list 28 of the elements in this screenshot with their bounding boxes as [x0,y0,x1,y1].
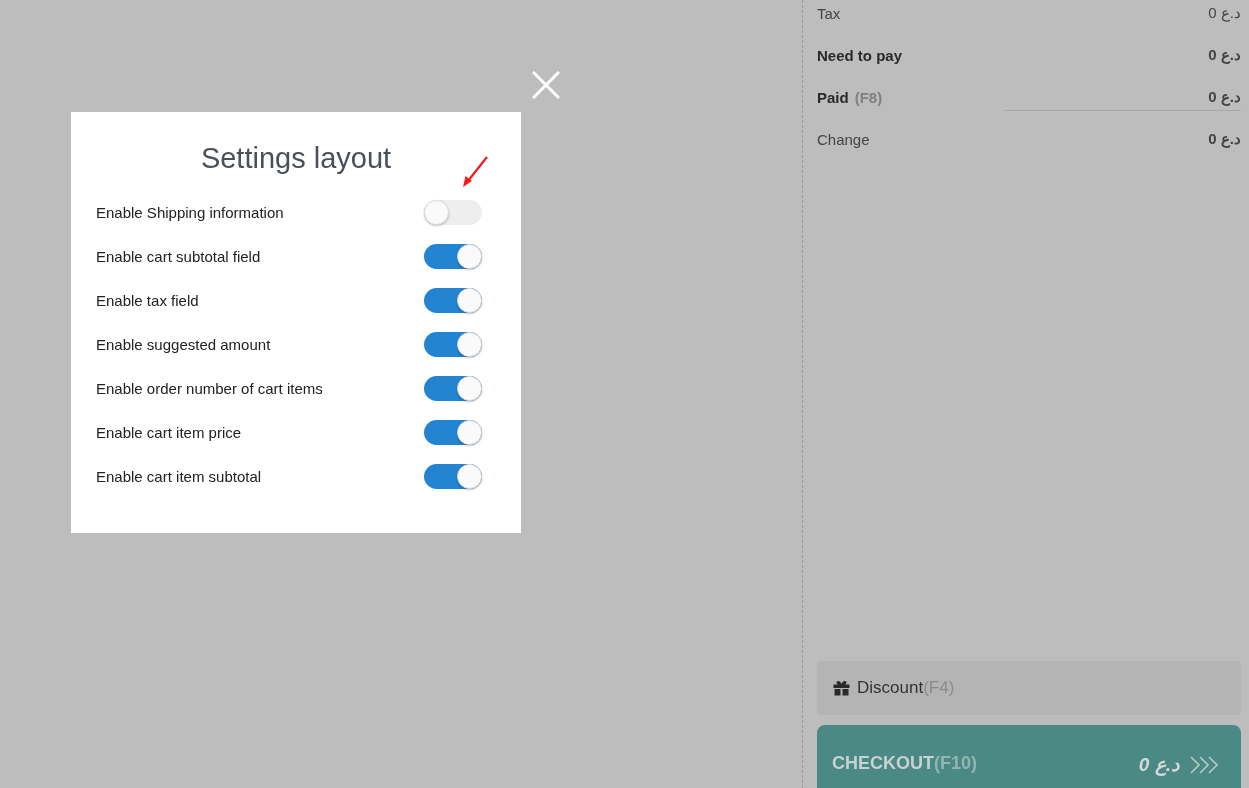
paid-field[interactable]: 0 د.ع [1004,87,1241,111]
setting-label: Enable suggested amount [96,335,271,353]
shortcut-hint: (F8) [854,88,883,106]
modal-title: Settings layout [200,141,392,176]
setting-label: Enable tax field [96,291,199,309]
toggle-switch[interactable] [424,243,482,269]
toggle-switch[interactable] [424,419,482,445]
chevrons-icon [1189,755,1221,774]
setting-label: Enable cart subtotal field [96,247,261,265]
toggle-switch[interactable] [424,331,482,357]
summary-label: Change [817,130,870,148]
checkout-amount: 0 د.ع [1138,753,1179,776]
summary-label: Paid [817,88,849,106]
summary-label: Need to pay [817,46,903,64]
summary-value: 0 د.ع [1208,130,1241,148]
toggle-switch[interactable] [424,199,482,225]
toggle-switch[interactable] [424,463,482,489]
toggle-switch[interactable] [424,287,482,313]
annotation-arrow [461,156,488,188]
setting-label: Enable order number of cart items [96,379,323,397]
toggle-switch[interactable] [424,375,482,401]
setting-label: Enable cart item subtotal [96,467,262,485]
summary-value: 0 د.ع [1208,46,1241,64]
summary-label: Tax [817,4,841,22]
setting-label: Enable cart item price [96,423,242,441]
summary-value: 0 د.ع [1208,4,1241,22]
gift-icon [833,680,850,696]
setting-label: Enable Shipping information [96,203,284,221]
